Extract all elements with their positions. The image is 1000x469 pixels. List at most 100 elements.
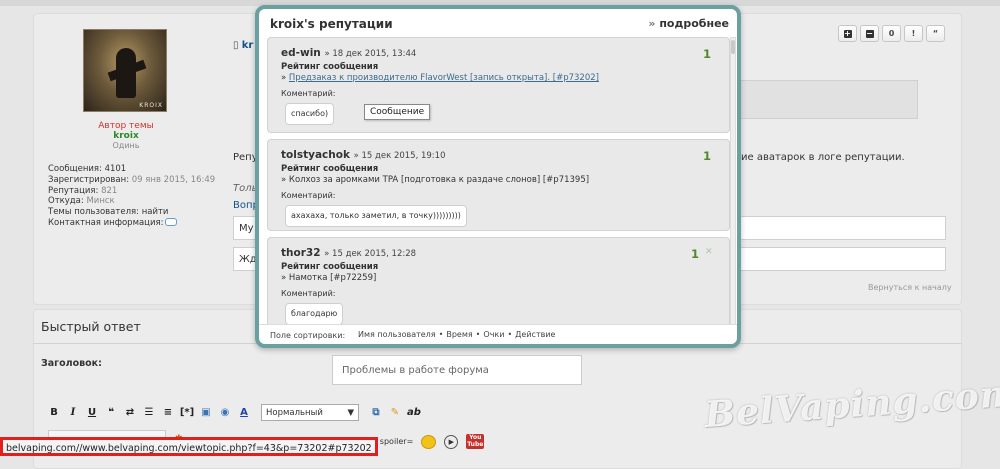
entry-comment: спасибо)	[285, 103, 335, 125]
author-profile: Сообщения: 4101 Зарегистрирован: 09 янв …	[48, 164, 215, 229]
author-avatar[interactable]: KROIX	[83, 29, 167, 112]
entry-score: 1	[690, 247, 699, 261]
entry-score: 1	[702, 149, 711, 163]
plus-icon: +	[843, 28, 852, 38]
entry-date: » 15 дек 2015, 19:10	[353, 151, 446, 161]
attach-icon[interactable]: ✎	[387, 405, 403, 421]
delete-entry-icon[interactable]: ✕	[705, 247, 717, 259]
sort-option-points[interactable]: Очки	[483, 330, 504, 339]
font-size-selected: Нормальный	[266, 407, 323, 418]
sort-option-username[interactable]: Имя пользователя	[358, 330, 436, 339]
profile-registered-value: 09 янв 2015, 16:49	[131, 174, 216, 185]
font-color-icon[interactable]: A	[236, 405, 252, 421]
sort-separator: •	[507, 330, 513, 339]
rate-minus-button[interactable]: −	[860, 25, 879, 42]
underline-button[interactable]: U	[84, 405, 100, 421]
report-button[interactable]: !	[904, 25, 923, 42]
profile-location-value: Минск	[86, 196, 115, 207]
profile-location: Откуда: Минск	[48, 196, 215, 207]
profile-contact-label: Контактная информация:	[48, 217, 164, 228]
youtube-icon[interactable]: You Tube	[466, 434, 485, 449]
chevron-down-icon: ▼	[347, 407, 354, 418]
entry-heading: Рейтинг сообщения	[281, 62, 379, 72]
back-to-top-link[interactable]: Вернуться к началу	[868, 283, 952, 292]
smiley-icon[interactable]	[421, 434, 437, 449]
popup-scrollbar[interactable]	[730, 37, 736, 325]
code-tool-icon[interactable]: ⇄	[122, 405, 138, 421]
entry-username[interactable]: thor32	[281, 247, 321, 259]
numbered-list-icon[interactable]: ≡	[160, 405, 176, 421]
contact-bubble-icon[interactable]	[165, 217, 178, 226]
scrollbar-thumb[interactable]	[731, 40, 735, 54]
entry-link-prefix: »	[281, 273, 289, 283]
post-signature-box	[734, 80, 918, 119]
popup-title: kroix's репутации	[270, 17, 393, 31]
more-arrow-icon: »	[648, 17, 656, 30]
ab-button[interactable]: ab	[406, 405, 422, 421]
quick-reply-title: Быстрый ответ	[41, 319, 141, 334]
copy-icon[interactable]: ⧉	[368, 405, 384, 421]
profile-registered-label: Зарегистрирован:	[48, 174, 130, 185]
sort-option-time[interactable]: Время	[446, 330, 472, 339]
entry-post: » Колхоз за аромками TPA [подготовка к р…	[281, 175, 589, 185]
author-name[interactable]: kroix	[80, 131, 172, 141]
entry-link-prefix: »	[281, 73, 289, 83]
entry-username[interactable]: tolstyachok	[281, 149, 350, 161]
entry-post-link[interactable]: Намотка [#p72259]	[289, 273, 376, 283]
post-title[interactable]: ▯ kr	[233, 40, 253, 51]
bold-button[interactable]: B	[46, 405, 62, 421]
rate-plus-button[interactable]: +	[838, 25, 857, 42]
bullet-list-icon[interactable]: ☰	[141, 405, 157, 421]
entry-score: 1	[702, 47, 711, 61]
status-bar-url: belvaping.com//www.belvaping.com/viewtop…	[0, 437, 378, 456]
post-body-fragment-right: ие аватарок в логе репутации.	[741, 152, 905, 163]
link-tooltip: Сообщение	[364, 104, 431, 120]
reputation-list[interactable]: ed-win » 18 дек 2015, 13:44 1 Рейтинг со…	[267, 37, 730, 325]
quote-button[interactable]: “	[926, 25, 945, 42]
entry-post: » Предзаказ к производителю FlavorWest […	[281, 73, 599, 83]
entry-comment: благодарю	[285, 303, 344, 325]
entry-username[interactable]: ed-win	[281, 47, 321, 59]
image-icon[interactable]: ▣	[198, 405, 214, 421]
entry-date: » 18 дек 2015, 13:44	[324, 49, 417, 59]
profile-user-topics-link[interactable]: найти	[142, 207, 169, 217]
reputation-entry: thor32 » 15 дек 2015, 12:28 1 ✕ Рейтинг …	[267, 237, 730, 325]
post-title-text[interactable]: kr	[242, 40, 254, 51]
rating-count-button[interactable]: 0	[882, 25, 901, 42]
quote-tool-icon[interactable]: ❝	[103, 405, 119, 421]
minus-icon: −	[865, 28, 874, 38]
post-body-fragment: Репу	[233, 152, 258, 163]
reputation-entry: tolstyachok » 15 дек 2015, 19:10 1 Рейти…	[267, 139, 730, 231]
subject-input[interactable]: Проблемы в работе форума	[332, 355, 582, 385]
sort-label: Поле сортировки:	[270, 331, 346, 340]
entry-post: » Намотка [#p72259]	[281, 273, 376, 283]
subject-label: Заголовок:	[41, 358, 102, 369]
profile-reputation-value[interactable]: 821	[101, 186, 117, 196]
sort-options: Имя пользователя • Время • Очки • Действие	[358, 330, 555, 339]
link-globe-icon[interactable]: ◉	[217, 405, 233, 421]
italic-button[interactable]: I	[65, 405, 81, 421]
play-icon[interactable]: ▶	[444, 434, 459, 449]
entry-heading: Рейтинг сообщения	[281, 262, 379, 272]
entry-post-link[interactable]: Колхоз за аромками TPA [подготовка к раз…	[289, 175, 589, 185]
entry-post-link[interactable]: Предзаказ к производителю FlavorWest [за…	[289, 73, 599, 83]
profile-location-label: Откуда:	[48, 196, 84, 207]
entry-link-prefix: »	[281, 175, 289, 185]
profile-contact: Контактная информация:	[48, 217, 215, 229]
list-item-icon[interactable]: [*]	[179, 405, 195, 421]
reputation-entry: ed-win » 18 дек 2015, 13:44 1 Рейтинг со…	[267, 37, 730, 133]
editor-toolbar: B I U ❝ ⇄ ☰ ≡ [*] ▣ ◉ A Нормальный ▼ ⧉ ✎…	[46, 404, 422, 421]
entry-heading: Рейтинг сообщения	[281, 164, 379, 174]
entry-user: thor32 » 15 дек 2015, 12:28	[281, 247, 416, 259]
profile-posts: Сообщения: 4101	[48, 164, 215, 175]
sort-option-action[interactable]: Действие	[515, 330, 555, 339]
spoiler-eq-button[interactable]: spoiler=	[380, 437, 414, 446]
entry-user: tolstyachok » 15 дек 2015, 19:10	[281, 149, 446, 161]
entry-comment: ахахаха, только заметил, в точку))))))))…	[285, 205, 467, 227]
sort-separator: •	[438, 330, 444, 339]
more-label[interactable]: подробнее	[659, 17, 729, 30]
sort-separator: •	[475, 330, 481, 339]
entry-date: » 15 дек 2015, 12:28	[324, 249, 417, 259]
font-size-select[interactable]: Нормальный ▼	[261, 404, 359, 421]
popup-more-link[interactable]: » подробнее	[648, 17, 729, 30]
